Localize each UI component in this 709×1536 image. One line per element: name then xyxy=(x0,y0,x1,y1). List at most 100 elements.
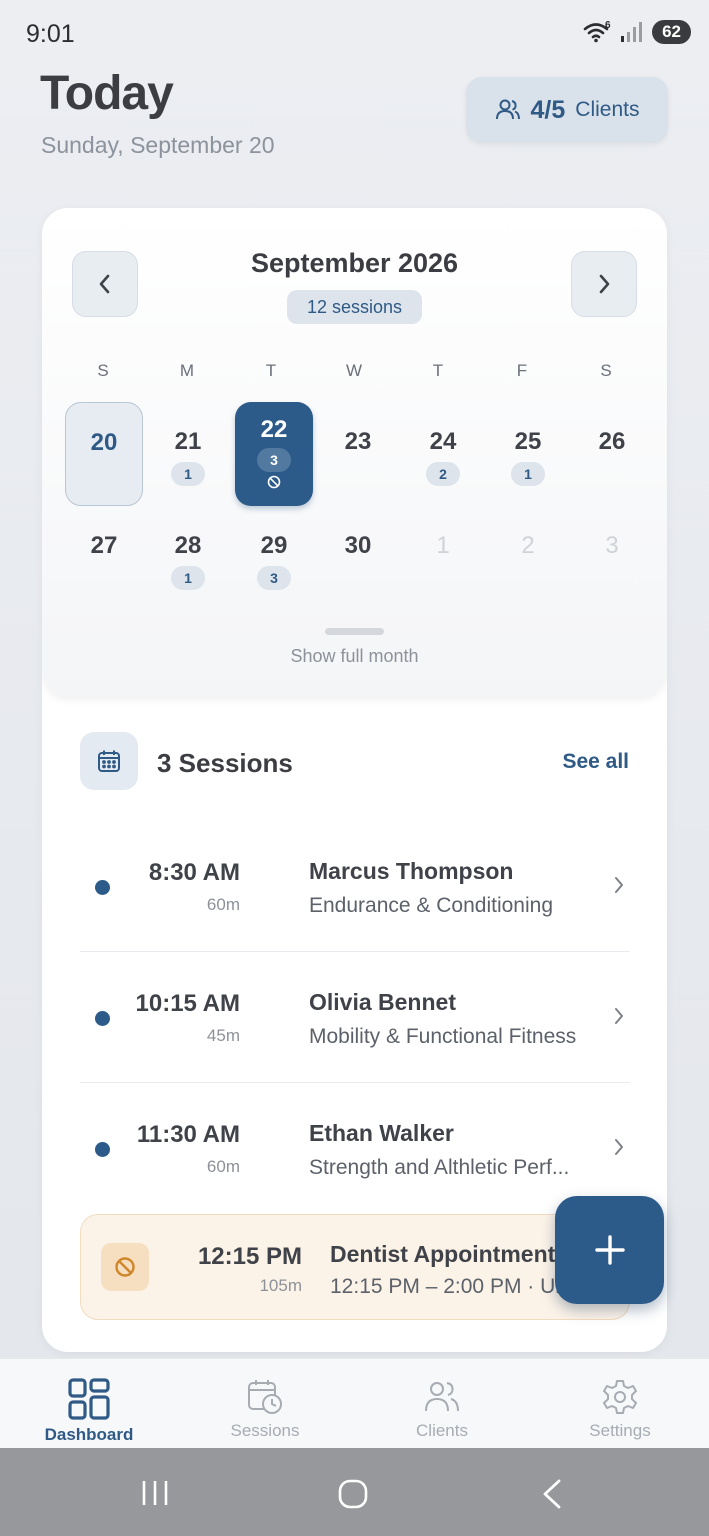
session-time: 11:30 AM xyxy=(136,1121,240,1148)
day-number: 27 xyxy=(90,532,118,559)
tab-label: Settings xyxy=(589,1421,651,1440)
day-number: 3 xyxy=(605,532,619,559)
day-number: 1 xyxy=(436,532,450,559)
appointment-icon-box xyxy=(101,1243,149,1291)
calendar-day-selected[interactable]: 22 3 xyxy=(235,402,313,506)
users-icon xyxy=(425,1382,459,1412)
chevron-right-icon xyxy=(599,274,610,294)
clients-count: 4/5 xyxy=(530,95,566,124)
weekday-label: M xyxy=(179,361,195,380)
weekday-label: F xyxy=(516,361,528,380)
session-program: Mobility & Functional Fitness xyxy=(309,1025,577,1048)
wifi-badge: 6 xyxy=(605,20,611,31)
session-client: Ethan Walker xyxy=(309,1120,454,1146)
calendar-day[interactable]: 29 3 xyxy=(235,506,313,610)
gear-icon xyxy=(603,1380,637,1414)
tab-label: Dashboard xyxy=(44,1425,134,1444)
bottom-tab-bar: Dashboard Sessions Clients Settings xyxy=(0,1358,709,1448)
session-program: Strength and Althletic Perf... xyxy=(309,1156,570,1179)
battery-indicator: 62 xyxy=(652,20,691,44)
day-session-count: 3 xyxy=(257,566,291,590)
session-client: Olivia Bennet xyxy=(309,989,456,1015)
page-subtitle: Sunday, September 20 xyxy=(41,132,275,158)
recent-apps-icon[interactable] xyxy=(140,1478,170,1508)
calendar-day-other-month[interactable]: 3 xyxy=(573,506,651,610)
add-session-button[interactable] xyxy=(555,1196,664,1304)
tab-label: Clients xyxy=(416,1421,468,1440)
dashboard-card: September 2026 12 sessions S M T W T F S… xyxy=(42,208,667,1352)
dashboard-icon xyxy=(68,1378,110,1420)
session-row[interactable]: 8:30 AM 60m Marcus Thompson Endurance & … xyxy=(80,822,630,952)
calendar-day[interactable]: 26 xyxy=(573,402,651,506)
appointment-title: Dentist Appointment xyxy=(330,1241,556,1267)
chevron-right-icon xyxy=(615,1008,623,1024)
session-duration: 45m xyxy=(206,1026,240,1045)
calendar-clock-icon xyxy=(248,1380,282,1414)
blocked-appointment-row[interactable]: 12:15 PM 105m Dentist Appointment 12:15 … xyxy=(80,1214,630,1320)
show-full-month-link[interactable]: Show full month xyxy=(42,646,667,667)
tab-settings[interactable]: Settings xyxy=(545,1359,695,1449)
day-number: 28 xyxy=(174,532,202,559)
calendar-day-today[interactable]: 20 xyxy=(65,402,143,506)
blocked-icon xyxy=(267,475,281,489)
next-month-button[interactable] xyxy=(571,251,637,317)
month-sessions-badge: 12 sessions xyxy=(287,290,422,324)
back-icon[interactable] xyxy=(540,1478,564,1510)
session-duration: 60m xyxy=(206,895,240,914)
day-session-count: 2 xyxy=(426,462,460,486)
day-number: 29 xyxy=(260,532,288,559)
system-navigation-bar xyxy=(0,1448,709,1536)
users-icon xyxy=(495,99,520,120)
session-time: 8:30 AM xyxy=(148,859,240,886)
see-all-link[interactable]: See all xyxy=(562,750,629,774)
status-icons: 6 62 xyxy=(582,20,691,44)
tab-clients[interactable]: Clients xyxy=(367,1359,517,1449)
calendar-day[interactable]: 25 1 xyxy=(489,402,567,506)
calendar-widget: September 2026 12 sessions S M T W T F S… xyxy=(42,208,667,696)
home-icon[interactable] xyxy=(337,1478,369,1510)
weekday-label: T xyxy=(432,361,444,380)
chevron-right-icon xyxy=(615,877,623,893)
session-row[interactable]: 11:30 AM 60m Ethan Walker Strength and A… xyxy=(80,1084,630,1214)
day-session-count: 1 xyxy=(511,462,545,486)
day-number: 25 xyxy=(514,428,542,455)
status-time: 9:01 xyxy=(26,20,75,48)
session-status-dot xyxy=(95,880,110,895)
chevron-right-icon xyxy=(615,1139,623,1155)
day-number: 24 xyxy=(429,428,457,455)
weekday-label: S xyxy=(600,361,612,380)
tab-label: Sessions xyxy=(230,1421,300,1440)
session-row[interactable]: 10:15 AM 45m Olivia Bennet Mobility & Fu… xyxy=(80,953,630,1083)
day-number: 2 xyxy=(521,532,535,559)
calendar-day-other-month[interactable]: 2 xyxy=(489,506,567,610)
sessions-heading: 3 Sessions xyxy=(157,748,293,778)
calendar-day[interactable]: 30 xyxy=(319,506,397,610)
calendar-day[interactable]: 24 2 xyxy=(404,402,482,506)
weekday-label: T xyxy=(265,361,277,380)
calendar-day[interactable]: 27 xyxy=(65,506,143,610)
calendar-day[interactable]: 28 1 xyxy=(149,506,227,610)
tab-dashboard[interactable]: Dashboard xyxy=(14,1359,164,1449)
session-time: 10:15 AM xyxy=(135,990,240,1017)
day-number: 22 xyxy=(260,416,288,443)
day-number: 21 xyxy=(174,428,202,455)
tab-sessions[interactable]: Sessions xyxy=(190,1359,340,1449)
calendar-day[interactable]: 21 1 xyxy=(149,402,227,506)
calendar-day[interactable]: 23 xyxy=(319,402,397,506)
day-session-count: 3 xyxy=(257,448,291,472)
day-number: 26 xyxy=(598,428,626,455)
calendar-drag-handle[interactable] xyxy=(325,628,384,635)
calendar-icon xyxy=(98,750,120,772)
session-status-dot xyxy=(95,1011,110,1026)
plus-icon xyxy=(594,1235,625,1265)
appointment-time: 12:15 PM xyxy=(197,1243,302,1270)
status-bar: 9:01 6 62 xyxy=(0,0,709,66)
weekday-label: W xyxy=(345,361,363,380)
day-number: 23 xyxy=(344,428,372,455)
weekday-label: S xyxy=(97,361,109,380)
blocked-icon xyxy=(115,1257,135,1277)
appointment-duration: 105m xyxy=(259,1276,302,1295)
clients-pill[interactable]: 4/5 Clients xyxy=(466,77,668,143)
page-title: Today xyxy=(40,67,174,120)
calendar-day-other-month[interactable]: 1 xyxy=(404,506,482,610)
